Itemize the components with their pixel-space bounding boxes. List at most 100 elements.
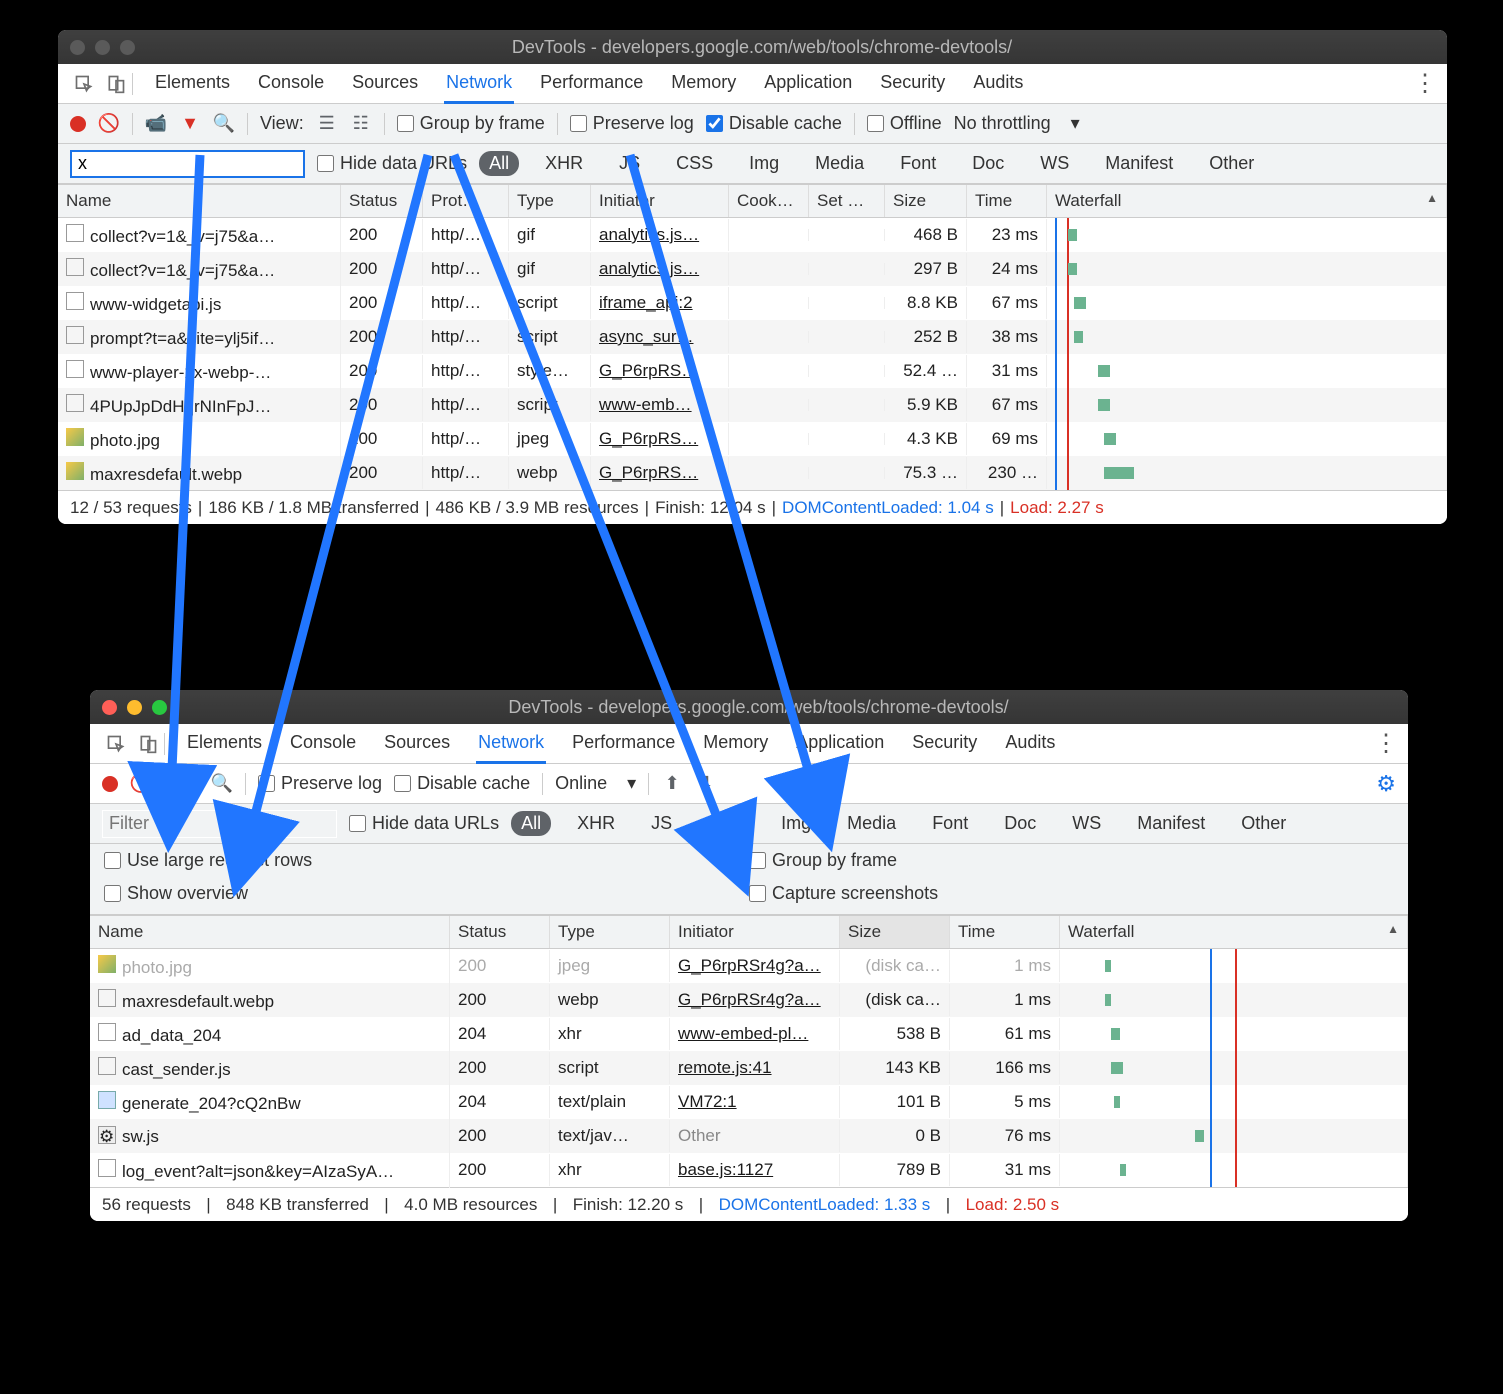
tab-network[interactable]: Network [444,64,514,104]
filter-type-xhr[interactable]: XHR [535,151,593,176]
large-rows-icon[interactable]: ☰ [316,113,338,135]
initiator-link[interactable]: G_P6rpRS… [599,429,698,448]
initiator-link[interactable]: analytics.js… [599,259,699,278]
table-row[interactable]: 4PUpJpDdHqrNInFpJ…200http/…scriptwww-emb… [58,388,1447,422]
camera-icon[interactable]: 📹 [145,113,167,135]
filter-type-other[interactable]: Other [1231,811,1296,836]
initiator-link[interactable]: G_P6rpRSr4g?a… [678,990,821,1009]
close-dot[interactable] [102,700,117,715]
col-header[interactable]: Size [840,916,950,948]
initiator-link[interactable]: remote.js:41 [678,1058,772,1077]
filter-icon[interactable]: ▼ [179,113,201,135]
min-dot[interactable] [95,40,110,55]
tab-console[interactable]: Console [256,64,326,104]
col-header[interactable]: Name [58,185,341,217]
filter-type-js[interactable]: JS [609,151,650,176]
initiator-link[interactable]: iframe_api:2 [599,293,693,312]
close-dot[interactable] [70,40,85,55]
col-header[interactable]: Waterfall▲ [1060,916,1408,948]
col-header[interactable]: Status [450,916,550,948]
filter-type-font[interactable]: Font [922,811,978,836]
filter-type-font[interactable]: Font [890,151,946,176]
filter-type-css[interactable]: CSS [666,151,723,176]
large-request-rows[interactable]: Use large request rows [104,850,749,871]
initiator-link[interactable]: async_sur… [599,327,693,346]
col-header[interactable]: Prot… [423,185,509,217]
filter-type-all[interactable]: All [479,151,519,176]
group-by-frame[interactable]: Group by frame [749,850,1394,871]
filter-type-css[interactable]: CSS [698,811,755,836]
min-dot[interactable] [127,700,142,715]
table-row[interactable]: cast_sender.js200scriptremote.js:41143 K… [90,1051,1408,1085]
table-row[interactable]: maxresdefault.webp200webpG_P6rpRSr4g?a…(… [90,983,1408,1017]
group-by-frame[interactable]: Group by frame [397,113,545,134]
tab-elements[interactable]: Elements [153,64,232,104]
filter-input[interactable] [70,150,305,178]
tab-performance[interactable]: Performance [538,64,645,104]
col-header[interactable]: Name [90,916,450,948]
clear-icon[interactable]: 🚫 [130,773,152,795]
table-row[interactable]: photo.jpg200jpegG_P6rpRSr4g?a…(disk ca…1… [90,949,1408,983]
col-header[interactable]: Cook… [729,185,809,217]
download-icon[interactable]: ⬇ [695,773,717,795]
initiator-link[interactable]: G_P6rpRS… [599,361,698,380]
col-header[interactable]: Initiator [670,916,840,948]
col-header[interactable]: Size [885,185,967,217]
offline[interactable]: Offline [867,113,942,134]
table-row[interactable]: log_event?alt=json&key=AIzaSyA…200xhrbas… [90,1153,1408,1187]
preserve-log[interactable]: Preserve log [570,113,694,134]
inspect-icon[interactable] [74,74,94,94]
table-row[interactable]: generate_204?cQ2nBw204text/plainVM72:110… [90,1085,1408,1119]
table-row[interactable]: ⚙sw.js200text/jav…Other0 B76 ms [90,1119,1408,1153]
tab-audits[interactable]: Audits [971,64,1025,104]
tab-console[interactable]: Console [288,724,358,764]
throttling-select[interactable]: Online ▾ [555,773,636,794]
tab-application[interactable]: Application [794,724,886,764]
filter-type-all[interactable]: All [511,811,551,836]
tab-audits[interactable]: Audits [1003,724,1057,764]
col-header[interactable]: Time [950,916,1060,948]
initiator-link[interactable]: VM72:1 [678,1092,737,1111]
tab-security[interactable]: Security [910,724,979,764]
show-overview[interactable]: Show overview [104,883,749,904]
col-header[interactable]: Waterfall▲ [1047,185,1447,217]
tab-elements[interactable]: Elements [185,724,264,764]
filter-type-img[interactable]: Img [739,151,789,176]
device-icon[interactable] [138,734,158,754]
table-row[interactable]: collect?v=1&_v=j75&a…200http/…gifanalyti… [58,218,1447,252]
filter-type-img[interactable]: Img [771,811,821,836]
record-icon[interactable] [70,116,86,132]
search-icon[interactable]: 🔍 [213,113,235,135]
filter-type-ws[interactable]: WS [1062,811,1111,836]
table-row[interactable]: www-player-2x-webp-…200http/…style…G_P6r… [58,354,1447,388]
capture-screenshots[interactable]: Capture screenshots [749,883,1394,904]
filter-type-js[interactable]: JS [641,811,682,836]
disable-cache[interactable]: Disable cache [394,773,530,794]
hide-data-urls[interactable]: Hide data URLs [349,813,499,834]
tab-sources[interactable]: Sources [350,64,420,104]
device-icon[interactable] [106,74,126,94]
record-icon[interactable] [102,776,118,792]
upload-icon[interactable]: ⬆ [661,773,683,795]
filter-type-ws[interactable]: WS [1030,151,1079,176]
hide-data-urls[interactable]: Hide data URLs [317,153,467,174]
col-header[interactable]: Status [341,185,423,217]
tab-memory[interactable]: Memory [669,64,738,104]
disable-cache[interactable]: Disable cache [706,113,842,134]
tab-performance[interactable]: Performance [570,724,677,764]
filter-type-doc[interactable]: Doc [962,151,1014,176]
tab-sources[interactable]: Sources [382,724,452,764]
filter-type-manifest[interactable]: Manifest [1127,811,1215,836]
col-header[interactable]: Type [550,916,670,948]
filter-type-media[interactable]: Media [805,151,874,176]
initiator-link[interactable]: G_P6rpRS… [599,463,698,482]
overview-icon[interactable]: ☷ [350,113,372,135]
clear-icon[interactable]: 🚫 [98,113,120,135]
inspect-icon[interactable] [106,734,126,754]
table-row[interactable]: www-widgetapi.js200http/…scriptiframe_ap… [58,286,1447,320]
more-icon[interactable]: ⋮ [1374,729,1398,758]
col-header[interactable]: Time [967,185,1047,217]
tab-memory[interactable]: Memory [701,724,770,764]
col-header[interactable]: Type [509,185,591,217]
col-header[interactable]: Initiator [591,185,729,217]
